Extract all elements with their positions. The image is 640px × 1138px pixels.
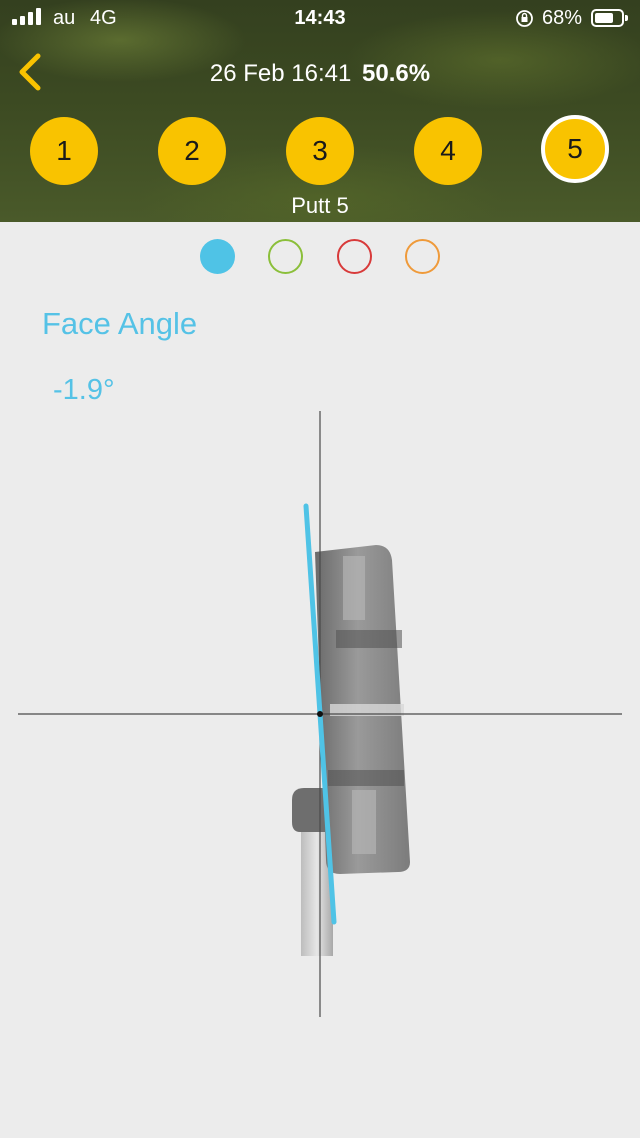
- putt-button-label: 3: [312, 135, 328, 166]
- putt-button-2[interactable]: 2: [158, 117, 226, 185]
- view-dot-orange[interactable]: [405, 239, 440, 274]
- putt-button-1[interactable]: 1: [30, 117, 98, 185]
- session-date: 26 Feb 16:41: [209, 60, 352, 87]
- battery-icon: [591, 9, 628, 27]
- battery-percent: 68%: [542, 7, 583, 29]
- status-bar: au 4G 14:43 68%: [0, 0, 640, 36]
- session-title: 26 Feb 16:41 50.6%: [0, 60, 640, 88]
- view-selector: [0, 239, 640, 275]
- face-angle-line: [303, 503, 337, 925]
- metric-title: Face Angle: [42, 306, 198, 341]
- view-dot-face-angle[interactable]: [200, 239, 235, 274]
- putter-image: [292, 545, 410, 956]
- view-dot-red[interactable]: [337, 239, 372, 274]
- putt-button-label: 4: [440, 135, 456, 166]
- putt-button-3[interactable]: 3: [286, 117, 354, 185]
- header: au 4G 14:43 68% 26 Feb 16:41 50.6% 1 2 3…: [0, 0, 640, 222]
- putt-button-4[interactable]: 4: [414, 117, 482, 185]
- metric-value: -1.9°: [53, 374, 115, 406]
- putt-button-label: 1: [56, 135, 72, 166]
- selected-putt-label: Putt 5: [291, 193, 349, 218]
- center-point: [317, 711, 323, 717]
- putt-button-5[interactable]: 5: [541, 115, 609, 183]
- session-score: 50.6%: [362, 60, 431, 87]
- rotation-lock-icon: [516, 10, 533, 27]
- view-dot-green[interactable]: [268, 239, 303, 274]
- putt-button-label: 5: [567, 133, 583, 164]
- putt-button-label: 2: [184, 135, 200, 166]
